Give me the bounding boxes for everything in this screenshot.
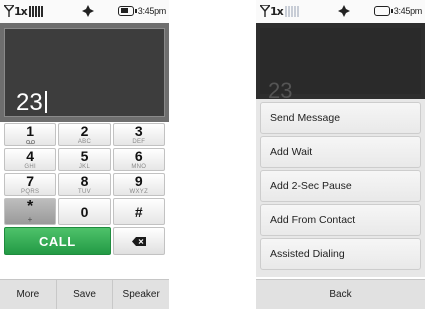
gps-icon xyxy=(338,5,350,17)
back-button[interactable]: Back xyxy=(256,279,425,309)
options-menu: Send Message Add Wait Add 2-Sec Pause Ad… xyxy=(256,99,425,277)
key-8[interactable]: 8 TUV xyxy=(58,173,111,196)
key-9[interactable]: 9 WXYZ xyxy=(112,173,165,196)
voicemail-icon xyxy=(25,139,35,145)
signal-antenna-icon xyxy=(4,5,14,17)
menu-item-send-message[interactable]: Send Message xyxy=(260,102,421,134)
gps-icon xyxy=(82,5,94,17)
signal-bars-icon xyxy=(285,6,299,17)
speaker-button[interactable]: Speaker xyxy=(113,280,169,309)
call-button[interactable]: CALL xyxy=(4,227,111,255)
menu-item-add-from-contact[interactable]: Add From Contact xyxy=(260,204,421,236)
key-2[interactable]: 2 ABC xyxy=(58,123,111,146)
key-1[interactable]: 1 xyxy=(4,123,57,146)
dial-display: 23 xyxy=(0,23,169,122)
battery-icon xyxy=(374,6,393,16)
status-bar: 1x 3:45pm xyxy=(256,0,425,23)
key-4[interactable]: 4 GHI xyxy=(4,148,57,171)
key-7[interactable]: 7 PQRS xyxy=(4,173,57,196)
battery-icon xyxy=(118,6,137,16)
network-type-label: 1x xyxy=(14,5,28,18)
key-6[interactable]: 6 MNO xyxy=(112,148,165,171)
backspace-icon xyxy=(131,236,146,246)
menu-item-add-wait[interactable]: Add Wait xyxy=(260,136,421,168)
dial-keypad: 1 2 ABC 3 DEF 4 GHI 5 JKL 6 MNO 7 PQRS 8 TUV 9W… xyxy=(4,123,165,255)
signal-bars-icon xyxy=(29,6,43,17)
bottom-softkey-bar: More Save Speaker xyxy=(0,279,169,309)
status-bar: 1x 3:45pm xyxy=(0,0,169,23)
status-time: 3:45pm xyxy=(393,6,423,16)
key-3[interactable]: 3 DEF xyxy=(112,123,165,146)
key-5[interactable]: 5 JKL xyxy=(58,148,111,171)
key-star[interactable]: * + xyxy=(4,198,57,225)
text-cursor xyxy=(44,91,47,113)
network-type-label: 1x xyxy=(270,5,284,18)
key-hash[interactable]: # xyxy=(112,198,165,225)
backspace-button[interactable] xyxy=(112,227,165,255)
dialer-screen: 1x 3:45pm 23 1 2 ABC 3 DEF 4 GHI 5 JKL 6 MNO … xyxy=(0,0,169,309)
status-time: 3:45pm xyxy=(137,6,167,16)
signal-antenna-icon xyxy=(260,5,270,17)
more-button[interactable]: More xyxy=(0,280,57,309)
save-button[interactable]: Save xyxy=(57,280,114,309)
key-0[interactable]: 0 xyxy=(58,198,111,225)
dial-display-field[interactable]: 23 xyxy=(4,28,165,117)
dial-display: 23 xyxy=(256,23,425,103)
dialed-number: 23 xyxy=(16,89,47,117)
menu-item-assisted-dialing[interactable]: Assisted Dialing xyxy=(260,238,421,270)
dialer-more-menu-screen: 1x 3:45pm 23 Send Message Add Wait Add 2… xyxy=(256,0,425,309)
menu-item-add-2-sec-pause[interactable]: Add 2-Sec Pause xyxy=(260,170,421,202)
